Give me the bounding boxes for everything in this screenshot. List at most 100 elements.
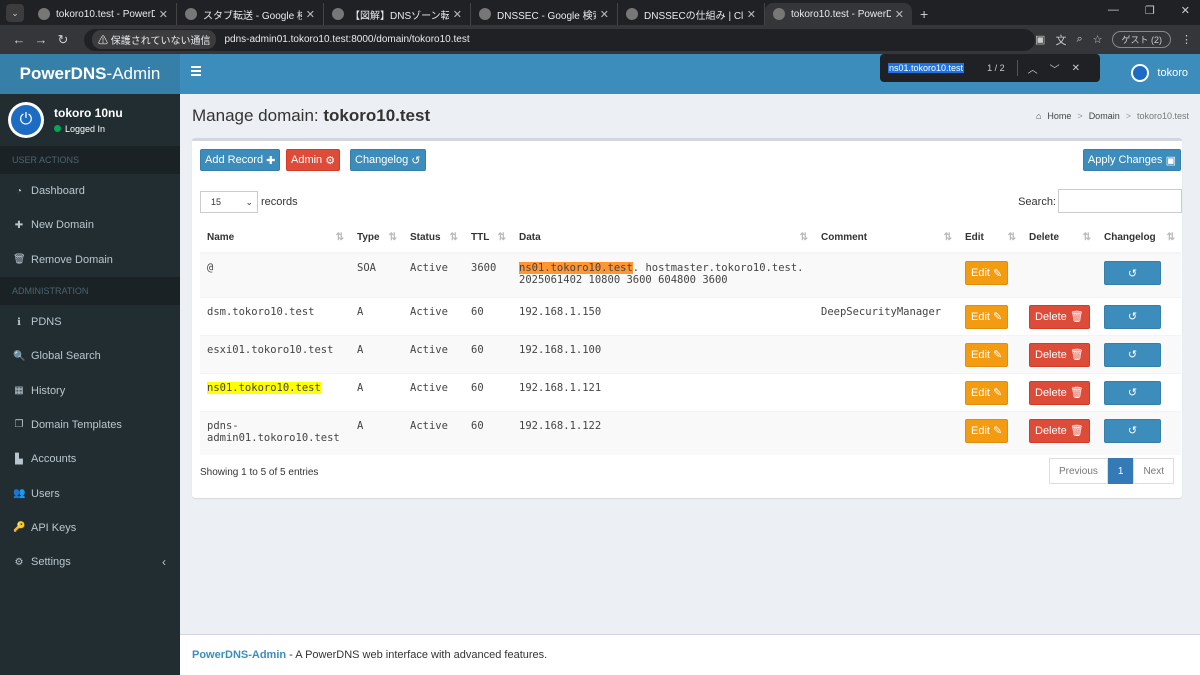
zoom-icon[interactable]: ⌕ [1076, 33, 1082, 46]
pagination-page-1[interactable]: 1 [1107, 458, 1134, 484]
column-header-name[interactable]: Name ⇅ [200, 223, 350, 254]
delete-label: Delete [1035, 310, 1067, 323]
tab-close-icon[interactable]: ✕ [600, 8, 609, 21]
sidebar-item-api-keys[interactable]: 🔑 API Keys [0, 511, 180, 545]
sidebar-item-global-search[interactable]: 🔍 Global Search [0, 339, 180, 373]
breadcrumb-home[interactable]: Home [1047, 111, 1071, 121]
delete-cell: Delete 🗑 [1022, 372, 1097, 411]
menu-dots-icon[interactable]: ⋮ [1181, 33, 1192, 46]
hamburger-icon[interactable] [191, 66, 201, 76]
delete-button[interactable]: Delete 🗑 [1029, 380, 1090, 405]
browser-tab[interactable]: tokoro10.test - PowerDNS-Adm ✕ [765, 3, 912, 25]
sidebar-item-pdns[interactable]: ℹ PDNS [0, 305, 180, 339]
record-changelog-button[interactable]: ↺ [1104, 342, 1161, 367]
edit-button[interactable]: Edit ✎ [965, 261, 1009, 285]
sidebar-item-dashboard[interactable]: ◔ Dashboard [0, 174, 180, 208]
column-header-ttl[interactable]: TTL ⇅ [464, 223, 512, 254]
delete-button[interactable]: Delete 🗑 [1029, 342, 1090, 367]
search-input[interactable] [1058, 189, 1182, 213]
column-header-changelog[interactable]: Changelog ⇅ [1097, 223, 1181, 254]
column-header-data[interactable]: Data ⇅ [512, 223, 814, 254]
record-name-text: dsm.tokoro10.test [207, 305, 315, 318]
add-record-button[interactable]: Add Record ✚ [200, 149, 281, 171]
tab-close-icon[interactable]: ✕ [453, 8, 462, 21]
record-changelog-button[interactable]: ↺ [1104, 304, 1161, 329]
edit-button[interactable]: Edit ✎ [965, 418, 1009, 443]
info-icon: ℹ [17, 316, 21, 328]
record-changelog-button[interactable]: ↺ [1104, 261, 1161, 285]
tab-close-icon[interactable]: ✕ [747, 8, 756, 21]
profile-button[interactable]: ゲスト (2) [1112, 31, 1171, 48]
sidebar-item-remove-domain[interactable]: 🗑 Remove Domain [0, 243, 180, 277]
login-status: Logged In [54, 124, 123, 134]
apply-changes-button[interactable]: Apply Changes ▣ [1082, 149, 1181, 171]
pagination-previous[interactable]: Previous [1048, 458, 1108, 484]
new-tab-icon[interactable]: + [920, 6, 928, 22]
minimize-icon[interactable]: — [1108, 4, 1119, 17]
column-header-delete[interactable]: Delete ⇅ [1022, 223, 1097, 254]
edit-cell: Edit ✎ [958, 252, 1022, 297]
tab-close-icon[interactable]: ✕ [306, 8, 315, 21]
delete-button[interactable]: Delete 🗑 [1029, 304, 1090, 329]
column-header-type[interactable]: Type ⇅ [350, 223, 403, 254]
tab-close-icon[interactable]: ✕ [895, 8, 904, 21]
sidebar-item-users[interactable]: 👥 Users [0, 476, 180, 510]
record-ttl: 3600 [464, 252, 512, 297]
bookmark-star-icon[interactable]: ☆ [1093, 33, 1103, 46]
close-window-icon[interactable]: ✕ [1181, 4, 1190, 17]
pagination-next[interactable]: Next [1133, 458, 1174, 484]
record-changelog-button[interactable]: ↺ [1104, 418, 1161, 443]
delete-button[interactable]: Delete 🗑 [1029, 418, 1090, 443]
changelog-button[interactable]: Changelog ↺ [350, 149, 426, 171]
record-type: SOA [350, 252, 403, 297]
sidebar-item-label: Dashboard [31, 185, 85, 198]
sidebar-item-domain-templates[interactable]: ❐ Domain Templates [0, 408, 180, 442]
browser-tab[interactable]: tokoro10.test - PowerDNS-Adm ✕ [30, 3, 177, 25]
sidebar-item-label: Accounts [31, 453, 77, 466]
find-close-icon[interactable]: ✕ [1072, 63, 1080, 74]
topbar-username: tokoro [1157, 67, 1188, 79]
record-type: A [350, 296, 403, 335]
table-row: esxi01.tokoro10.test A Active 60 192.168.1.1… [200, 334, 1181, 373]
find-separator [1016, 60, 1018, 76]
forward-icon[interactable]: → [30, 32, 52, 47]
power-icon: ⏻ [11, 105, 41, 135]
extension-icon[interactable]: ▣ [1035, 33, 1045, 46]
maximize-icon[interactable]: ❐ [1145, 4, 1155, 17]
find-next-icon[interactable]: ﹀ [1050, 61, 1060, 76]
edit-button[interactable]: Edit ✎ [965, 342, 1009, 367]
column-header-comment[interactable]: Comment ⇅ [814, 223, 958, 254]
column-header-edit[interactable]: Edit ⇅ [958, 223, 1022, 254]
record-changelog-button[interactable]: ↺ [1104, 380, 1161, 405]
reload-icon[interactable]: ↻ [52, 32, 74, 48]
sidebar-item-new-domain[interactable]: ✚ New Domain [0, 208, 180, 242]
back-icon[interactable]: ← [8, 32, 30, 47]
sidebar-item-label: New Domain [31, 219, 94, 232]
table-row: ns01.tokoro10.test A Active 60 192.168.1.121… [200, 372, 1181, 411]
security-chip[interactable]: ⚠ 保護されていない通信 [92, 30, 217, 49]
user-menu[interactable]: tokoro [1131, 64, 1188, 82]
column-header-status[interactable]: Status ⇅ [403, 223, 464, 254]
admin-button[interactable]: Admin ⚙ [286, 149, 341, 171]
tab-close-icon[interactable]: ✕ [159, 8, 168, 21]
browser-tab[interactable]: DNSSECの仕組み | Cloudflare ✕ [618, 3, 765, 25]
sidebar-item-history[interactable]: ▦ History [0, 373, 180, 407]
translate-icon[interactable]: 文 [1055, 32, 1066, 48]
find-prev-icon[interactable]: ︿ [1028, 61, 1038, 76]
record-comment [814, 252, 958, 297]
breadcrumb-domain[interactable]: Domain [1089, 111, 1120, 121]
page-length-select[interactable]: 15 ⌄ [200, 191, 258, 213]
footer-brand-link[interactable]: PowerDNS-Admin [192, 649, 286, 661]
app-logo[interactable]: PowerDNS -Admin [0, 54, 180, 94]
edit-button[interactable]: Edit ✎ [965, 304, 1009, 329]
browser-tab[interactable]: 【図解】DNSゾーン転送の仕組みと ✕ [324, 3, 471, 25]
browser-tab[interactable]: DNSSEC - Google 検索 ✕ [471, 3, 618, 25]
edit-button[interactable]: Edit ✎ [965, 380, 1009, 405]
sidebar-item-accounts[interactable]: ▙ Accounts [0, 442, 180, 476]
history-icon: ↺ [1127, 425, 1138, 437]
browser-tab[interactable]: スタブ転送 - Google 検索 ✕ [177, 3, 324, 25]
tab-search-icon[interactable]: ⌄ [6, 4, 24, 22]
sidebar-item-settings[interactable]: ⚙ Settings ‹ [0, 545, 180, 579]
find-input[interactable]: ns01.tokoro10.test [888, 63, 965, 73]
url-field[interactable]: ⚠ 保護されていない通信 pdns-admin01.tokoro10.test:… [84, 28, 1036, 51]
